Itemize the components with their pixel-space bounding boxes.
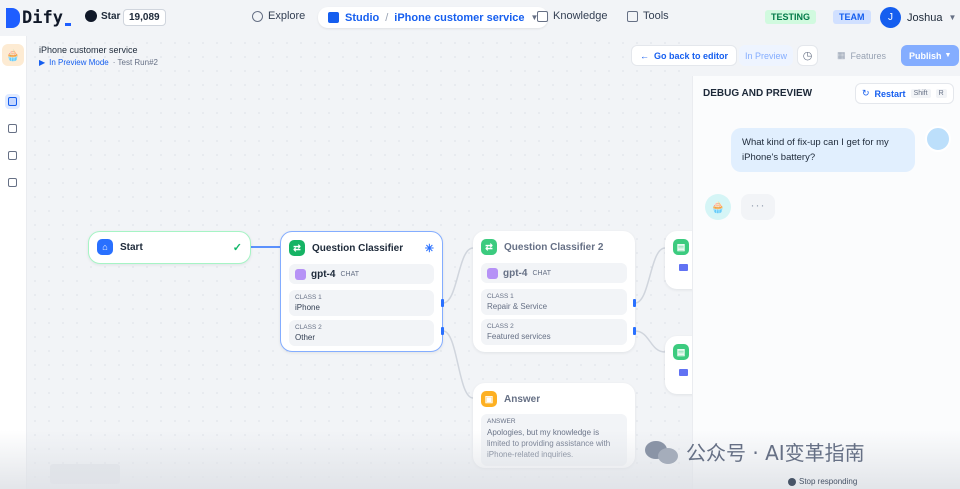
class-value: iPhone <box>295 303 320 312</box>
class-item: CLASS 1 Repair & Service <box>481 289 627 315</box>
classifier-icon: ⇄ <box>289 240 305 256</box>
edge-qc2-class1 <box>634 247 666 304</box>
features-button[interactable]: ▦ Features <box>830 45 893 66</box>
publish-button[interactable]: Publish ▼ <box>901 45 960 66</box>
refresh-icon: ↻ <box>862 88 870 98</box>
shortcut-key: R <box>935 89 947 98</box>
class-label: CLASS 2 <box>295 324 322 331</box>
restart-button[interactable]: ↻ Restart Shift R <box>855 83 954 104</box>
user-message: What kind of fix-up can I get for my iPh… <box>731 128 915 172</box>
knowledge-icon: ▤ <box>673 239 689 255</box>
success-check-icon: ✓ <box>232 241 242 254</box>
class-item: CLASS 2 Featured services <box>481 319 627 345</box>
question-classifier-node[interactable]: ⇄ Question Classifier ✳ gpt-4 CHAT CLASS… <box>280 231 443 352</box>
chevron-down-icon: ▼ <box>944 52 952 59</box>
features-label: Features <box>850 50 887 61</box>
in-preview-button[interactable]: In Preview <box>739 45 794 66</box>
model-name: gpt-4 <box>503 267 528 279</box>
model-selector[interactable]: gpt-4 CHAT <box>481 263 627 283</box>
class-value: Other <box>295 333 316 342</box>
openai-model-icon <box>487 267 498 279</box>
publish-label: Publish <box>909 50 942 61</box>
panel-title: DEBUG AND PREVIEW <box>703 88 813 99</box>
output-handle[interactable] <box>633 299 636 307</box>
stop-icon <box>788 477 796 486</box>
user-name: Joshua <box>907 11 943 24</box>
edge-qc2-class2 <box>634 330 666 353</box>
start-node[interactable]: ⌂ Start ✓ <box>88 231 251 264</box>
debug-preview-panel: DEBUG AND PREVIEW ↻ Restart Shift R What… <box>692 76 960 489</box>
watermark-text: 公众号 · AI变革指南 <box>686 441 865 465</box>
class-item: CLASS 2 Other <box>289 320 434 346</box>
model-tag: CHAT <box>532 269 551 277</box>
chevron-down-icon: ▼ <box>948 13 957 22</box>
output-handle[interactable] <box>441 327 444 335</box>
class-value: Featured services <box>487 332 551 341</box>
stop-responding-button[interactable]: Stop responding <box>788 477 857 486</box>
start-node-title: Start <box>120 241 143 253</box>
class-item: CLASS 1 iPhone <box>289 290 434 316</box>
loading-spinner-icon: ✳ <box>424 242 434 255</box>
qc2-title: Question Classifier 2 <box>504 241 604 253</box>
folder-icon <box>679 369 688 376</box>
answer-title: Answer <box>504 393 541 405</box>
output-handle[interactable] <box>633 327 636 335</box>
openai-model-icon <box>295 268 306 280</box>
user-avatar <box>925 126 951 152</box>
user-menu[interactable]: J Joshua ▼ <box>880 7 956 28</box>
model-tag: CHAT <box>340 270 359 278</box>
environment-badge: TESTING <box>765 10 817 24</box>
folder-icon <box>679 264 688 271</box>
typing-indicator: ··· <box>741 194 775 220</box>
edge-qc1-answer <box>442 330 474 399</box>
bot-avatar: 🧁 <box>705 194 731 220</box>
grid-icon: ▦ <box>837 50 846 60</box>
answer-icon: ▣ <box>481 391 497 407</box>
answer-node[interactable]: ▣ Answer ANSWER Apologies, but my knowle… <box>473 383 635 468</box>
answer-label: ANSWER <box>487 418 516 425</box>
answer-content: ANSWER Apologies, but my knowledge is li… <box>481 414 627 466</box>
run-history-icon[interactable]: ◷ <box>797 45 818 66</box>
question-classifier-2-node[interactable]: ⇄ Question Classifier 2 gpt-4 CHAT CLASS… <box>473 231 635 352</box>
plan-badge: TEAM <box>833 10 871 24</box>
class-label: CLASS 1 <box>295 294 322 301</box>
model-selector[interactable]: gpt-4 CHAT <box>289 264 434 284</box>
shortcut-key: Shift <box>910 89 931 98</box>
class-value: Repair & Service <box>487 302 548 311</box>
avatar: J <box>880 7 901 28</box>
class-label: CLASS 2 <box>487 323 514 330</box>
edge-qc1-qc2 <box>442 247 474 304</box>
stop-responding-label: Stop responding <box>799 477 858 486</box>
classifier-icon: ⇄ <box>481 239 497 255</box>
class-label: CLASS 1 <box>487 293 514 300</box>
wechat-icon <box>645 439 679 465</box>
model-name: gpt-4 <box>311 268 336 280</box>
knowledge-icon: ▤ <box>673 344 689 360</box>
output-handle[interactable] <box>441 299 444 307</box>
qc1-title: Question Classifier <box>312 242 404 254</box>
restart-label: Restart <box>874 88 906 99</box>
watermark: 公众号 · AI变革指南 <box>645 437 865 466</box>
answer-text: Apologies, but my knowledge is limited t… <box>487 428 611 459</box>
minimap[interactable] <box>50 464 120 484</box>
home-icon: ⌂ <box>97 239 113 255</box>
